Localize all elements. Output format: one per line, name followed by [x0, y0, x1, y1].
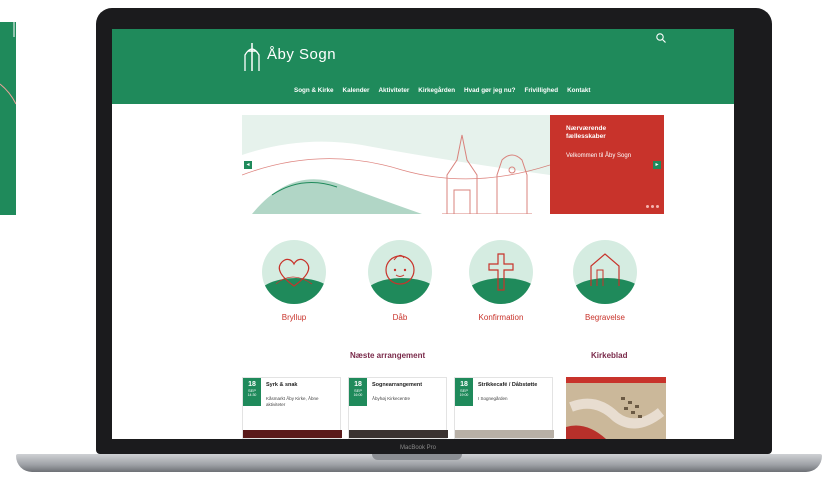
- event-time: 19:00: [459, 393, 469, 397]
- hero-heading: Nærværende fællesskaber: [566, 125, 607, 140]
- hero-slider: ◂ Nærværende fællesskaber Velkommen til …: [242, 115, 664, 214]
- hero-pagination: [646, 205, 659, 208]
- events-heading: Næste arrangement: [350, 351, 426, 360]
- event-date-badge: 18 SEP 14:30: [243, 378, 261, 406]
- event-title: Sognearrangement: [372, 382, 423, 388]
- hero-prev-button[interactable]: ◂: [244, 161, 252, 169]
- event-day: 18: [460, 381, 468, 388]
- nav-item-frivillighed[interactable]: Frivillighed: [524, 87, 558, 94]
- service-label-konfirmation[interactable]: Konfirmation: [461, 313, 541, 322]
- screen: Åby Sogn Sogn & Kirke Kalender Aktivitet…: [112, 29, 734, 439]
- event-image: [455, 430, 554, 438]
- event-image: [243, 430, 342, 438]
- hero-dot[interactable]: [646, 205, 649, 208]
- event-place: I Sognegården: [478, 396, 508, 401]
- hero-next-button[interactable]: ▸: [653, 161, 661, 169]
- site-header: Åby Sogn Sogn & Kirke Kalender Aktivitet…: [112, 29, 734, 104]
- kirkeblad-photo: [566, 383, 666, 439]
- hero-caption-panel: Nærværende fællesskaber Velkommen til Åb…: [550, 115, 664, 214]
- stage: MacBook Pro Åby Sogn Sogn & Kirke Kalend…: [0, 0, 837, 479]
- laptop-notch: [372, 454, 462, 460]
- event-title: Syrk & snak: [266, 382, 298, 388]
- event-day: 18: [248, 381, 256, 388]
- search-icon[interactable]: [655, 32, 667, 44]
- event-card[interactable]: 18 SEP 19:00 Strikkecafé / Dåbstøtte I S…: [454, 377, 554, 439]
- church-logo-icon[interactable]: [242, 41, 262, 73]
- nav-item-sogn-kirke[interactable]: Sogn & Kirke: [294, 87, 334, 94]
- main-nav: Sogn & Kirke Kalender Aktiviteter Kirkeg…: [294, 87, 591, 94]
- service-daab-tile[interactable]: [368, 240, 432, 304]
- hero-dot[interactable]: [656, 205, 659, 208]
- service-label-bryllup[interactable]: Bryllup: [254, 313, 334, 322]
- event-time: 16:00: [353, 393, 363, 397]
- hero-illustration: [242, 134, 550, 214]
- service-bryllup-tile[interactable]: [262, 240, 326, 304]
- service-label-daab[interactable]: Dåb: [360, 313, 440, 322]
- event-date-badge: 18 SEP 16:00: [349, 378, 367, 406]
- nav-item-hvad-goer-jeg[interactable]: Hvad gør jeg nu?: [464, 87, 515, 94]
- heart-icon: [275, 258, 313, 287]
- event-card[interactable]: 18 SEP 14:30 Syrk & snak Kåsmarkt Åby Ki…: [242, 377, 342, 439]
- kirkeblad-image[interactable]: [566, 377, 666, 439]
- laptop-label: MacBook Pro: [399, 445, 436, 451]
- event-date-badge: 18 SEP 19:00: [455, 378, 473, 406]
- event-place: Åbyhøj Kirkecentre: [372, 396, 411, 401]
- event-card[interactable]: 18 SEP 16:00 Sognearrangement Åbyhøj Kir…: [348, 377, 448, 439]
- service-konfirmation-tile[interactable]: [469, 240, 533, 304]
- service-begravelse-tile[interactable]: [573, 240, 637, 304]
- side-card: [0, 22, 16, 215]
- hero-dot[interactable]: [651, 205, 654, 208]
- hero-body: Velkommen til Åby Sogn: [566, 153, 632, 159]
- cross-icon: [488, 253, 514, 291]
- service-label-begravelse[interactable]: Begravelse: [565, 313, 645, 322]
- baby-icon: [385, 254, 415, 285]
- nav-item-aktiviteter[interactable]: Aktiviteter: [379, 87, 410, 94]
- nav-item-kalender[interactable]: Kalender: [343, 87, 370, 94]
- event-time: 14:30: [247, 393, 257, 397]
- kirkeblad-heading: Kirkeblad: [591, 351, 628, 360]
- event-day: 18: [354, 381, 362, 388]
- event-title: Strikkecafé / Dåbstøtte: [478, 382, 538, 388]
- nav-item-kirkegaarden[interactable]: Kirkegården: [418, 87, 455, 94]
- event-place: Kåsmarkt Åby Kirke, Åbne aktiviteter: [266, 396, 319, 407]
- site-title[interactable]: Åby Sogn: [267, 46, 336, 63]
- event-image: [349, 430, 448, 438]
- house-icon: [590, 253, 620, 286]
- nav-item-kontakt[interactable]: Kontakt: [567, 87, 590, 94]
